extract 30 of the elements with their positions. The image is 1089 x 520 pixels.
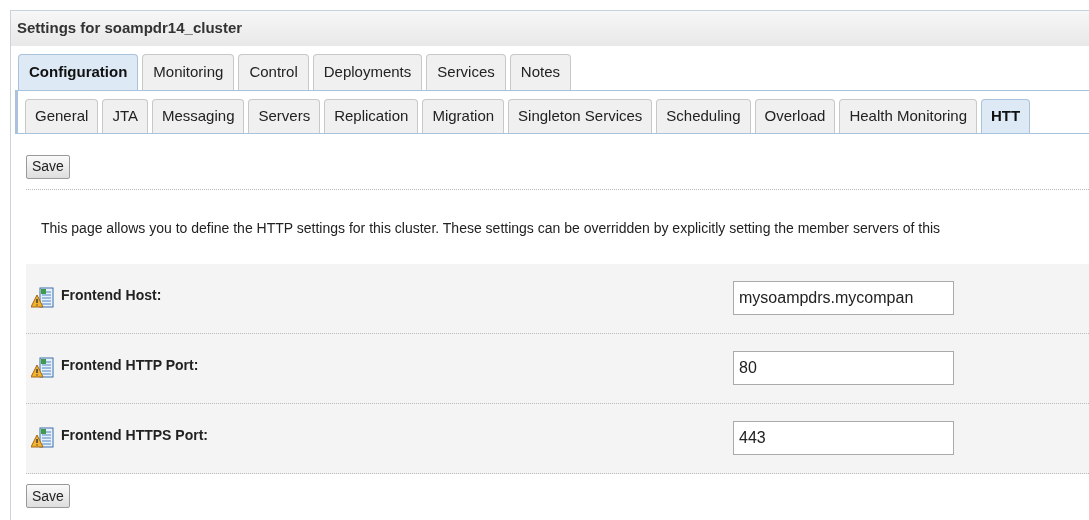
warning-document-icon [31, 286, 55, 309]
tab[interactable]: HTT [981, 99, 1031, 133]
tab[interactable]: Overload [754, 99, 836, 133]
description-text: This page allows you to define the HTTP settings for this cluster. These settings can be overridden by explicitly setting the member servers of this [40, 218, 942, 238]
tab[interactable]: Migration [422, 99, 505, 133]
tab[interactable]: Deployments [312, 54, 423, 90]
warning-document-icon [31, 426, 55, 449]
tab[interactable]: Configuration [18, 54, 139, 90]
input-field[interactable]: 80 [733, 350, 954, 385]
input-field[interactable]: 443 [733, 420, 954, 455]
tab[interactable]: Notes [509, 54, 571, 90]
input-field[interactable]: mysoampdrs.mycompan [733, 280, 954, 315]
panel-header: Settings for soampdr14_cluster [11, 11, 1089, 46]
tab[interactable]: Health Monitoring [839, 99, 977, 133]
save-button[interactable]: Save [26, 484, 70, 508]
field-label: Frontend HTTP Port: [61, 355, 200, 375]
warning-document-icon [31, 356, 55, 379]
tab[interactable]: Scheduling [656, 99, 751, 133]
field-label: Frontend HTTPS Port: [61, 425, 209, 445]
tab[interactable]: General [25, 99, 99, 133]
tab[interactable]: Replication [324, 99, 419, 133]
tab[interactable]: Control [238, 54, 309, 90]
field-label: Frontend Host: [61, 285, 163, 305]
tab[interactable]: Singleton Services [508, 99, 653, 133]
tab[interactable]: Monitoring [142, 54, 235, 90]
tab[interactable]: Messaging [151, 99, 245, 133]
tab[interactable]: Servers [248, 99, 321, 133]
save-button[interactable]: Save [26, 154, 70, 179]
tab[interactable]: Services [426, 54, 506, 90]
tab[interactable]: JTA [102, 99, 148, 133]
